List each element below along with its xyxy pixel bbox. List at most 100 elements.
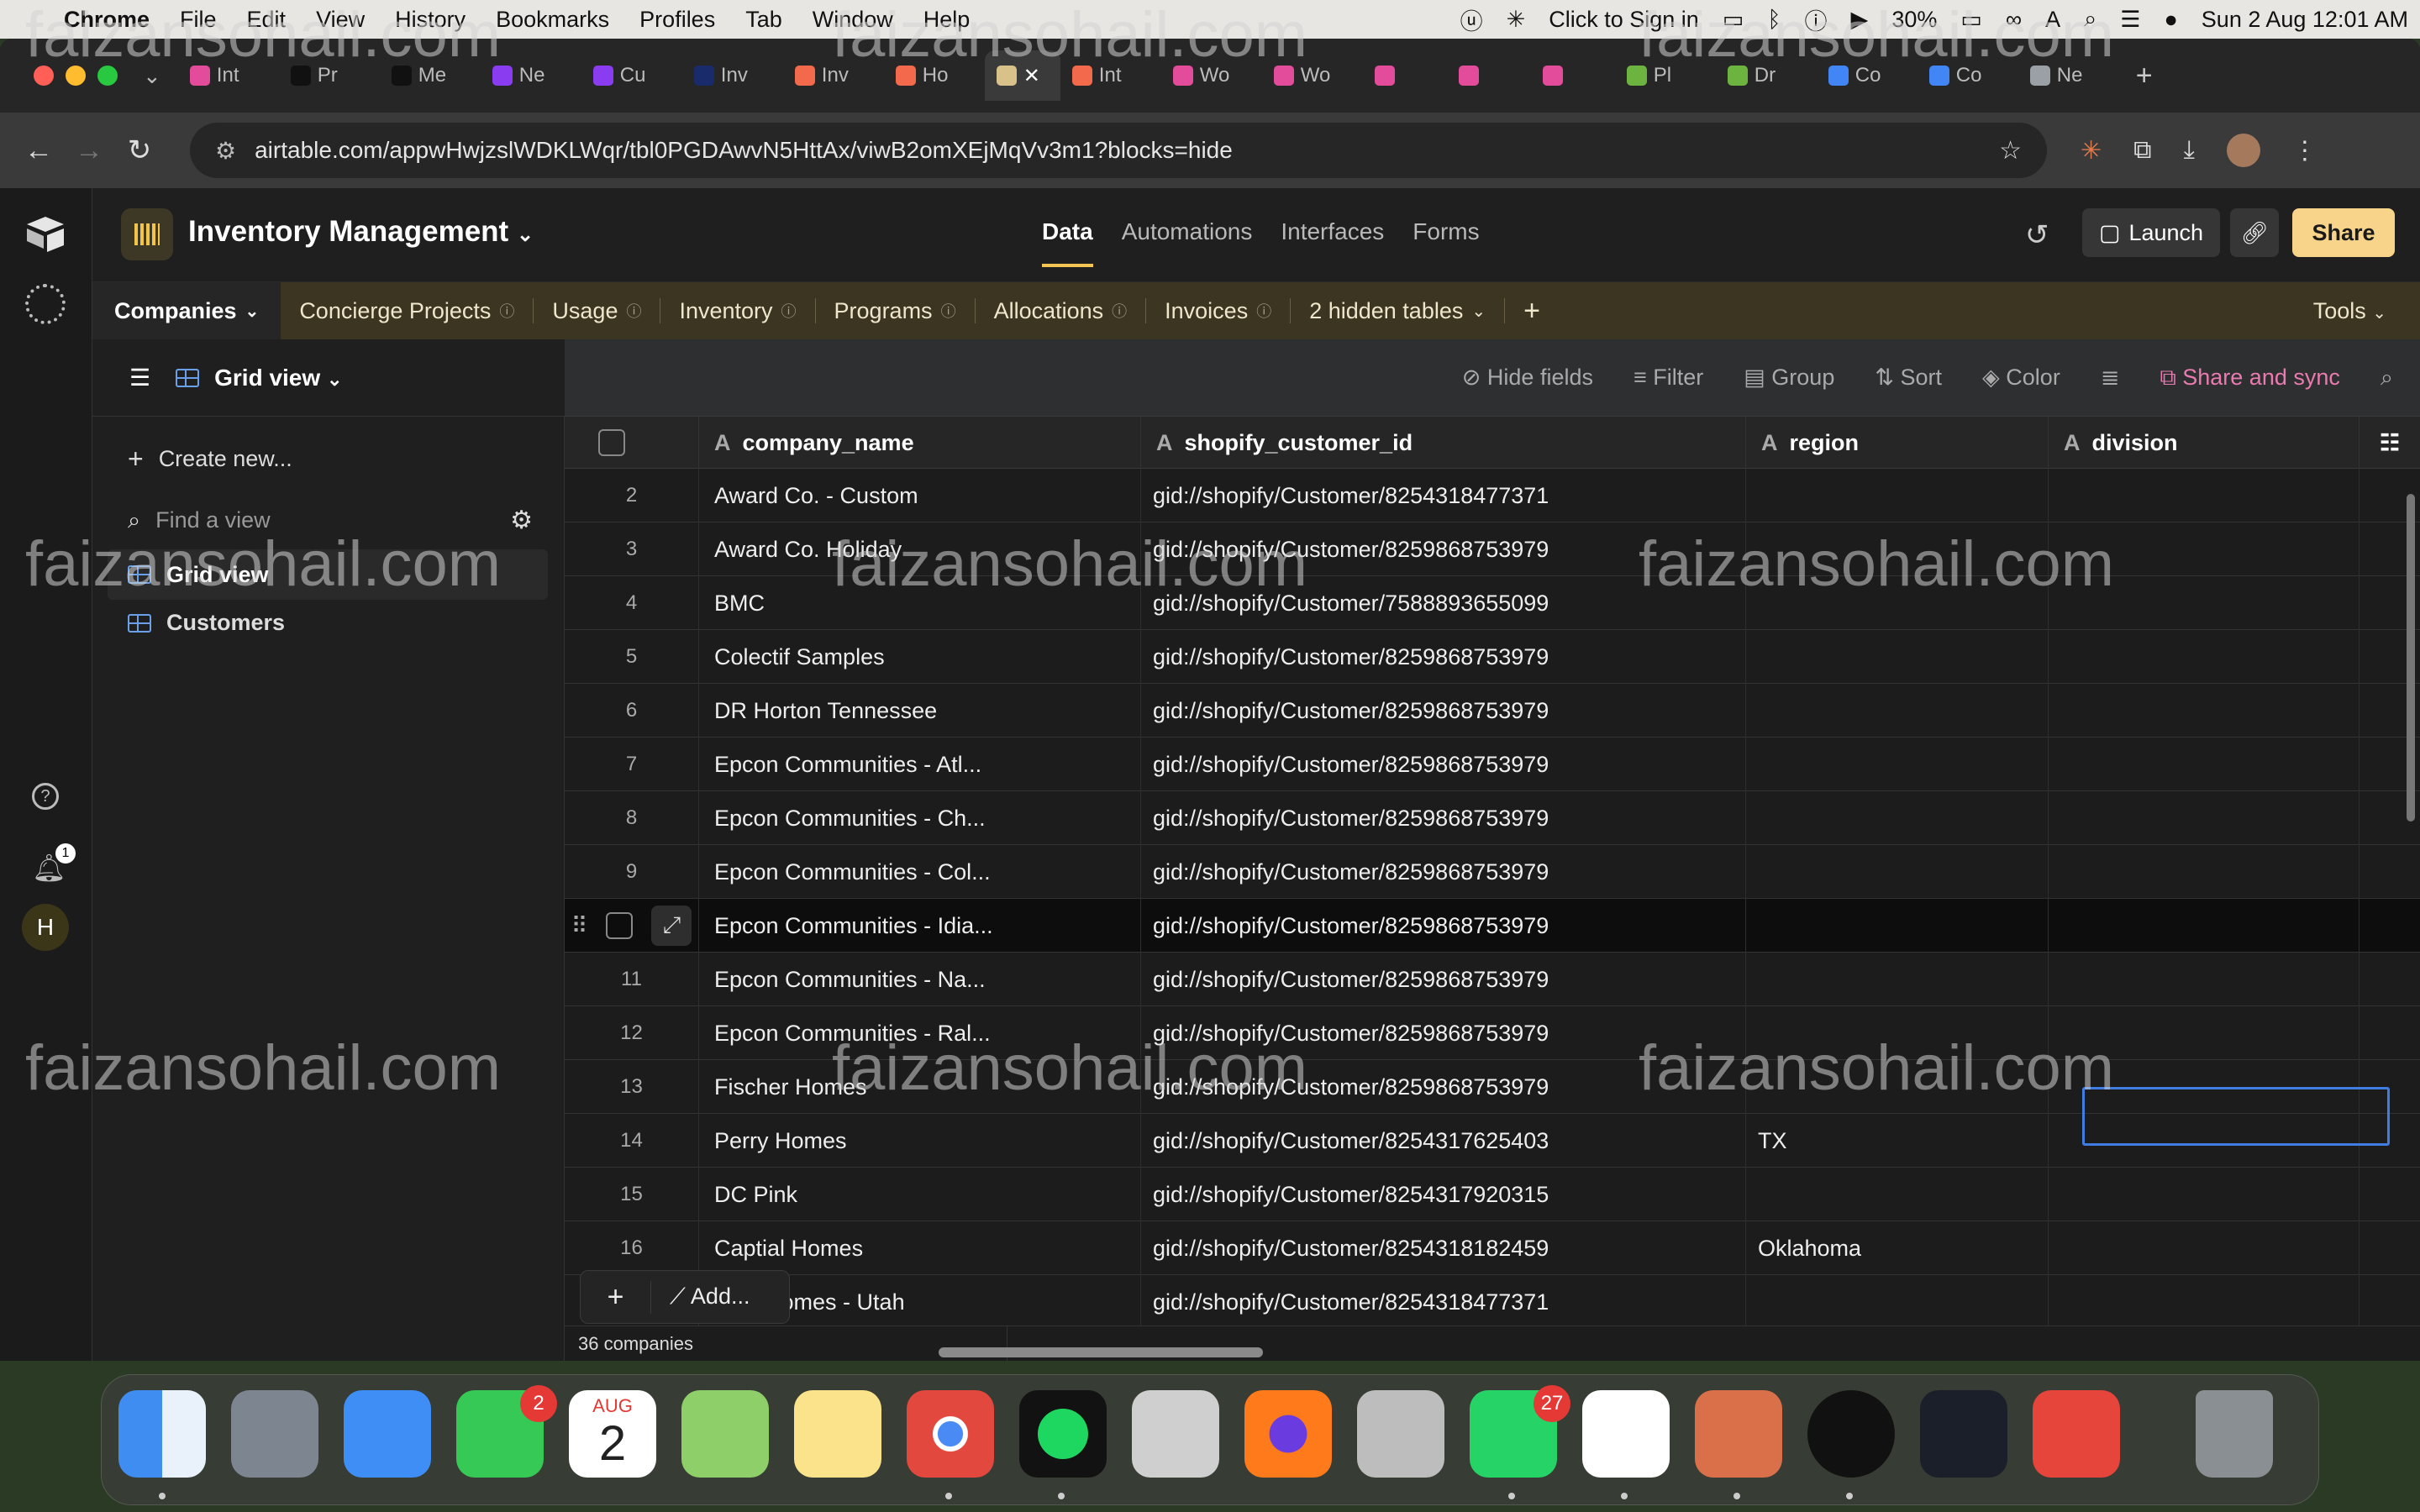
bluetooth-icon[interactable]: ᛒ [1755, 7, 1792, 33]
cell-company-name[interactable]: Colectif Samples [699, 630, 1141, 684]
base-icon[interactable] [121, 208, 173, 260]
table-tab-invoices[interactable]: Invoices ⓘ [1146, 282, 1290, 339]
dock-toggl[interactable] [1920, 1390, 2007, 1478]
dock-calendar[interactable]: AUG 2 [569, 1390, 656, 1478]
browser-tab[interactable]: Ne [481, 50, 581, 101]
browser-tab[interactable]: Co [1817, 50, 1918, 101]
browser-tab[interactable]: Dr [1716, 50, 1817, 101]
dock-spotify[interactable] [1019, 1390, 1107, 1478]
browser-tab[interactable]: Co [1918, 50, 2018, 101]
browser-tab[interactable] [1363, 50, 1447, 101]
cell-division[interactable] [2049, 1006, 2360, 1060]
add-with-ai-button[interactable]: ⟋ Add... [651, 1284, 750, 1310]
table-row[interactable]: 9 Epcon Communities - Col... gid://shopify… [565, 845, 2420, 899]
table-tab-allocations[interactable]: Allocations ⓘ [976, 282, 1146, 339]
cell-division[interactable] [2049, 1221, 2360, 1275]
cell-company-name[interactable]: Epcon Communities - Atl... [699, 738, 1141, 791]
add-field-icon[interactable]: ☷ [2360, 417, 2420, 469]
browser-tab[interactable]: Int [178, 50, 279, 101]
cell-shopify-customer-id[interactable]: gid://shopify/Customer/8259868753979 [1141, 1006, 1746, 1060]
table-row[interactable]: 3 Award Co. Holiday gid://shopify/Customer… [565, 522, 2420, 576]
menu-window[interactable]: Window [797, 7, 908, 33]
row-height-icon[interactable]: ≣ [2101, 365, 2120, 391]
cell-shopify-customer-id[interactable]: gid://shopify/Customer/8254317920315 [1141, 1168, 1746, 1221]
cell-shopify-customer-id[interactable]: gid://shopify/Customer/8254318477371 [1141, 469, 1746, 522]
cell-division[interactable] [2049, 469, 2360, 522]
table-row[interactable]: ⠿ ⤢ Epcon Communities - Idia... gid://shopi… [565, 899, 2420, 953]
table-row[interactable]: 17...de Homes - Utahgid://shopify/Custom… [565, 1275, 2420, 1329]
accessibility-icon[interactable]: ⓘ [1793, 3, 1839, 36]
cell-shopify-customer-id[interactable]: gid://shopify/Customer/8254318477371 [1141, 1275, 1746, 1329]
base-name-dropdown[interactable]: Inventory Management ⌄ [188, 215, 534, 249]
group-button[interactable]: ▤ Group [1744, 365, 1834, 391]
sidebar-view-grid-view[interactable]: Grid view [108, 549, 548, 600]
tab-close-icon[interactable]: ✕ [1023, 64, 1040, 88]
cell-division[interactable] [2049, 791, 2360, 845]
dock-notes[interactable] [794, 1390, 881, 1478]
table-tab-inventory[interactable]: Inventory ⓘ [660, 282, 814, 339]
drag-handle-icon[interactable]: ⠿ [571, 913, 588, 939]
cell-company-name[interactable]: Epcon Communities - Idia... [699, 899, 1141, 953]
table-tab-companies[interactable]: Companies ⌄ [92, 282, 281, 339]
help-icon[interactable]: ? [32, 783, 59, 810]
cell-region[interactable]: TX [1746, 1114, 2049, 1168]
browser-tab[interactable]: Ne [2018, 50, 2119, 101]
sign-in-status[interactable]: Click to Sign in [1537, 7, 1711, 33]
display-icon[interactable]: ▭ [1711, 7, 1756, 33]
link-icon[interactable]: ∞ [1994, 7, 2033, 33]
cell-division[interactable] [2049, 738, 2360, 791]
cell-company-name[interactable]: Epcon Communities - Na... [699, 953, 1141, 1006]
dock-finder[interactable] [118, 1390, 206, 1478]
cell-region[interactable] [1746, 1060, 2049, 1114]
cell-region[interactable] [1746, 845, 2049, 899]
column-header-company-name[interactable]: Acompany_name [699, 417, 1141, 469]
browser-tab[interactable] [1447, 50, 1531, 101]
dock-iphone-mirroring[interactable] [1357, 1390, 1444, 1478]
close-window-button[interactable] [34, 66, 54, 86]
column-header-region[interactable]: Aregion [1746, 417, 2049, 469]
hide-fields-button[interactable]: ⊘ Hide fields [1462, 365, 1593, 391]
cell-company-name[interactable]: Award Co. Holiday [699, 522, 1141, 576]
launch-button[interactable]: ▢ Launch [2082, 208, 2220, 257]
menu-view[interactable]: View [301, 7, 380, 33]
column-header-division[interactable]: Adivision [2049, 417, 2360, 469]
table-row[interactable]: 2 Award Co. - Custom gid://shopify/Custome… [565, 469, 2420, 522]
cell-shopify-customer-id[interactable]: gid://shopify/Customer/8259868753979 [1141, 899, 1746, 953]
dock-claude[interactable] [1695, 1390, 1782, 1478]
browser-tab[interactable]: Int [1060, 50, 1161, 101]
table-row[interactable]: 16 Captial Homes gid://shopify/Customer/82… [565, 1221, 2420, 1275]
browser-tab-active[interactable]: ✕ [984, 50, 1060, 101]
cell-shopify-customer-id[interactable]: gid://shopify/Customer/8259868753979 [1141, 953, 1746, 1006]
minimize-window-button[interactable] [66, 66, 86, 86]
find-view-search[interactable]: ⌕ Find a view ⚙ [128, 506, 533, 535]
view-name-dropdown[interactable]: Grid view ⌄ [214, 365, 342, 391]
search-icon[interactable]: ⌕ [2381, 365, 2393, 391]
cell-shopify-customer-id[interactable]: gid://shopify/Customer/8259868753979 [1141, 845, 1746, 899]
browser-tab[interactable]: Inv [783, 50, 884, 101]
share-button[interactable]: Share [2292, 208, 2395, 257]
chrome-menu-icon[interactable]: ⋮ [2292, 136, 2317, 165]
upwork-status-icon[interactable]: ⓤ [1449, 3, 1495, 36]
add-table-button[interactable]: + [1505, 282, 1559, 339]
cell-company-name[interactable]: Epcon Communities - Ral... [699, 1006, 1141, 1060]
bookmark-star-icon[interactable]: ☆ [1999, 136, 2022, 165]
claude-status-icon[interactable]: ✳ [1495, 7, 1538, 33]
cell-division[interactable] [2049, 684, 2360, 738]
menu-file[interactable]: File [165, 7, 232, 33]
cell-division[interactable] [2049, 630, 2360, 684]
cell-division[interactable] [2049, 1275, 2360, 1329]
color-button[interactable]: ◈ Color [1982, 365, 2060, 391]
selected-cell-division[interactable] [2082, 1087, 2390, 1146]
cell-company-name[interactable]: Perry Homes [699, 1114, 1141, 1168]
cell-division[interactable] [2049, 1168, 2360, 1221]
sidebar-view-customers[interactable]: Customers [128, 610, 285, 636]
dock-launchpad[interactable] [231, 1390, 318, 1478]
tools-dropdown[interactable]: Tools ⌄ [2313, 298, 2420, 324]
copy-link-icon[interactable]: 🔗︎ [2230, 208, 2279, 257]
gear-icon[interactable]: ⚙ [510, 506, 533, 535]
table-row[interactable]: 6 DR Horton Tennessee gid://shopify/Custom… [565, 684, 2420, 738]
table-row[interactable]: 4 BMC gid://shopify/Customer/7588893655099 [565, 576, 2420, 630]
tab-data[interactable]: Data [1042, 218, 1093, 267]
cell-company-name[interactable]: Award Co. - Custom [699, 469, 1141, 522]
cell-shopify-customer-id[interactable]: gid://shopify/Customer/8259868753979 [1141, 630, 1746, 684]
